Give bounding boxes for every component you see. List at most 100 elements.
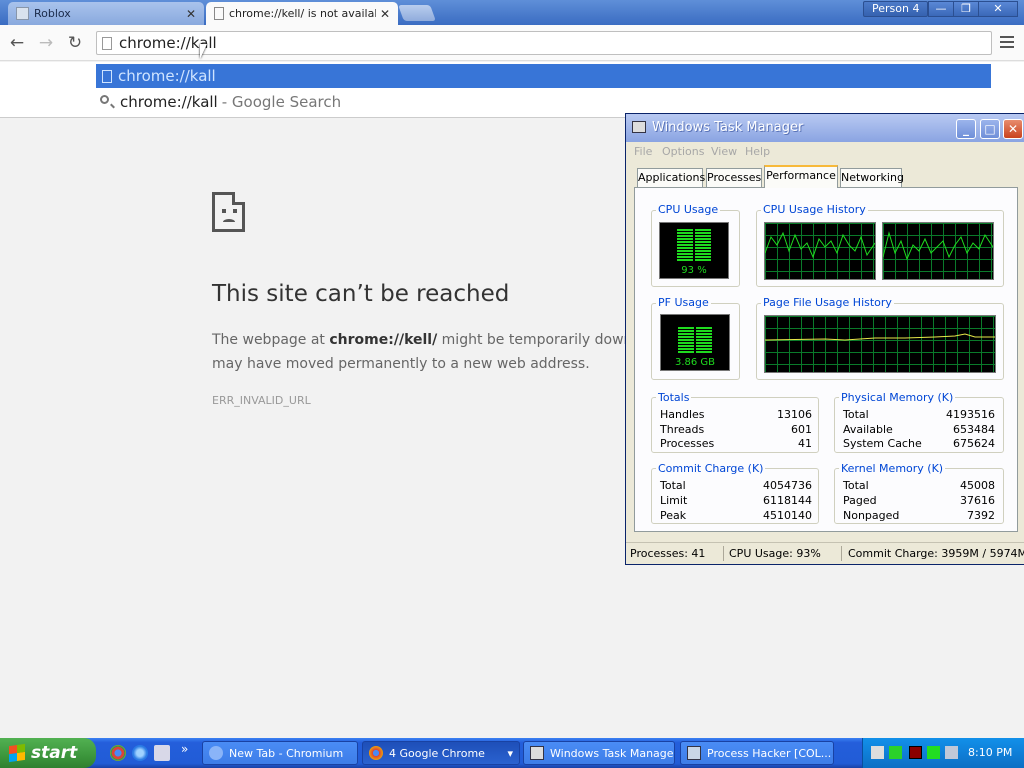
tab-title: chrome://kell/ is not available: [229, 7, 376, 20]
tab-networking[interactable]: Networking: [840, 168, 904, 188]
minimize-button[interactable]: —: [928, 1, 954, 17]
task-windows-task-manager[interactable]: Windows Task Manager: [523, 741, 675, 765]
stat-commit-total: Total 4054736: [660, 479, 812, 492]
reload-button[interactable]: ↻: [65, 33, 85, 53]
stat-processes: Processes 41: [660, 437, 812, 450]
system-tray: 8:10 PM: [862, 738, 1024, 768]
chevron-icon[interactable]: [889, 746, 902, 759]
stat-kernel-paged: Paged 37616: [843, 494, 995, 507]
address-input[interactable]: [119, 34, 979, 52]
kernel-memory-title: Kernel Memory (K): [839, 462, 946, 475]
menu-view[interactable]: View: [711, 145, 737, 158]
tab-close-icon[interactable]: ✕: [380, 7, 390, 21]
error-code: ERR_INVALID_URL: [212, 394, 311, 407]
pf-usage-value: 3.86 GB: [674, 357, 716, 368]
performance-panel: CPU Usage 93 % CPU Usage History PF Usag…: [634, 187, 1018, 532]
commit-charge-title: Commit Charge (K): [656, 462, 766, 475]
task-manager-status-bar: Processes: 41 CPU Usage: 93% Commit Char…: [626, 542, 1024, 564]
keyboard-icon[interactable]: [871, 746, 884, 759]
memory-monitor-icon[interactable]: [927, 746, 940, 759]
page-icon: [102, 37, 112, 50]
task-label: 4 Google Chrome: [389, 746, 485, 760]
task-new-tab-chromium[interactable]: New Tab - Chromium: [202, 741, 358, 765]
ie-quicklaunch-icon[interactable]: [132, 745, 148, 761]
windows-logo-icon: [9, 743, 25, 763]
process-hacker-icon: [687, 746, 701, 760]
commit-charge-group: Total 4054736 Limit 6118144 Peak 4510140: [651, 468, 819, 524]
tab-title: Roblox: [34, 7, 71, 20]
taskbar-clock[interactable]: 8:10 PM: [968, 746, 1012, 759]
maximize-button[interactable]: □: [980, 119, 1000, 139]
new-tab-button[interactable]: [398, 5, 436, 21]
status-processes: Processes: 41: [630, 547, 706, 560]
stat-phys-cache: System Cache 675624: [843, 437, 995, 450]
task-google-chrome[interactable]: 4 Google Chrome ▾: [362, 741, 520, 765]
task-manager-icon: [530, 746, 544, 760]
quicklaunch-overflow-icon[interactable]: »: [181, 742, 188, 756]
tab-close-icon[interactable]: ✕: [186, 7, 196, 21]
sad-page-icon: [212, 192, 245, 232]
browser-toolbar: ← → ↻: [0, 25, 1024, 61]
close-button[interactable]: ✕: [1003, 119, 1023, 139]
stat-threads: Threads 601: [660, 423, 812, 436]
back-button[interactable]: ←: [7, 33, 27, 53]
mouse-cursor: [200, 44, 214, 59]
stat-phys-available: Available 653484: [843, 423, 995, 436]
totals-group: Handles 13106 Threads 601 Processes 41: [651, 397, 819, 453]
tab-roblox[interactable]: Roblox ✕: [8, 2, 204, 25]
task-label: Windows Task Manager: [550, 746, 675, 760]
close-button[interactable]: ✕: [978, 1, 1018, 17]
virtualbox-quicklaunch-icon[interactable]: [154, 745, 170, 761]
omnibox[interactable]: [96, 31, 992, 55]
windows-taskbar: start » New Tab - Chromium 4 Google Chro…: [0, 738, 1024, 768]
cpu-history-graph-core1: [764, 222, 876, 280]
omnibox-suggestions: chrome://kall chrome://kall - Google Sea…: [0, 62, 1024, 118]
error-text-prefix: The webpage at: [212, 332, 330, 348]
task-manager-title-bar[interactable]: Windows Task Manager _ □ ✕: [626, 114, 1024, 142]
task-process-hacker[interactable]: Process Hacker [COL...: [680, 741, 834, 765]
tab-processes[interactable]: Processes: [706, 168, 762, 188]
page-icon: [102, 69, 112, 83]
stat-kernel-nonpaged: Nonpaged 7392: [843, 509, 995, 522]
task-manager-menu: File Options View Help: [626, 142, 1024, 160]
stat-commit-limit: Limit 6118144: [660, 494, 812, 507]
cpu-monitor-icon[interactable]: [909, 746, 922, 759]
pf-usage-meter: 3.86 GB: [660, 314, 730, 371]
group-arrow-icon: ▾: [507, 746, 513, 760]
window-title: Windows Task Manager: [652, 120, 804, 135]
tab-chrome-kell[interactable]: chrome://kell/ is not available ✕: [206, 2, 398, 25]
chromium-icon: [209, 746, 223, 760]
pf-history-graph: [764, 315, 996, 373]
cpu-usage-title: CPU Usage: [656, 203, 721, 216]
pf-history-title: Page File Usage History: [761, 296, 894, 309]
stat-commit-peak: Peak 4510140: [660, 509, 812, 522]
start-button[interactable]: start: [0, 738, 96, 768]
profile-button[interactable]: Person 4: [863, 1, 929, 17]
chrome-menu-icon[interactable]: [1000, 36, 1014, 48]
task-label: New Tab - Chromium: [229, 746, 344, 760]
tab-performance[interactable]: Performance: [764, 165, 838, 188]
suggestion-suffix: - Google Search: [221, 93, 342, 111]
error-url: chrome://kell/: [329, 332, 438, 348]
network-icon[interactable]: [945, 746, 958, 759]
chrome-quicklaunch-icon[interactable]: [110, 745, 126, 761]
minimize-button[interactable]: _: [956, 119, 976, 139]
menu-options[interactable]: Options: [662, 145, 704, 158]
menu-help[interactable]: Help: [745, 145, 770, 158]
totals-title: Totals: [656, 391, 692, 404]
suggestion-text: chrome://kall: [118, 67, 216, 85]
tab-applications[interactable]: Applications: [637, 168, 705, 188]
suggestion-url[interactable]: chrome://kall: [96, 64, 991, 88]
task-label: Process Hacker [COL...: [707, 746, 832, 760]
status-cpu: CPU Usage: 93%: [729, 547, 821, 560]
status-commit: Commit Charge: 3959M / 5974M: [848, 547, 1024, 560]
physical-memory-group: Total 4193516 Available 653484 System Cach…: [834, 397, 1004, 453]
search-icon: [100, 95, 114, 109]
suggestion-search[interactable]: chrome://kall - Google Search: [96, 90, 991, 114]
chrome-tab-strip: Roblox ✕ chrome://kell/ is not available…: [0, 0, 1024, 25]
forward-button[interactable]: →: [36, 33, 56, 53]
restore-button[interactable]: ❐: [953, 1, 979, 17]
menu-file[interactable]: File: [634, 145, 652, 158]
stat-handles: Handles 13106: [660, 408, 812, 421]
kernel-memory-group: Total 45008 Paged 37616 Nonpaged 7392: [834, 468, 1004, 524]
